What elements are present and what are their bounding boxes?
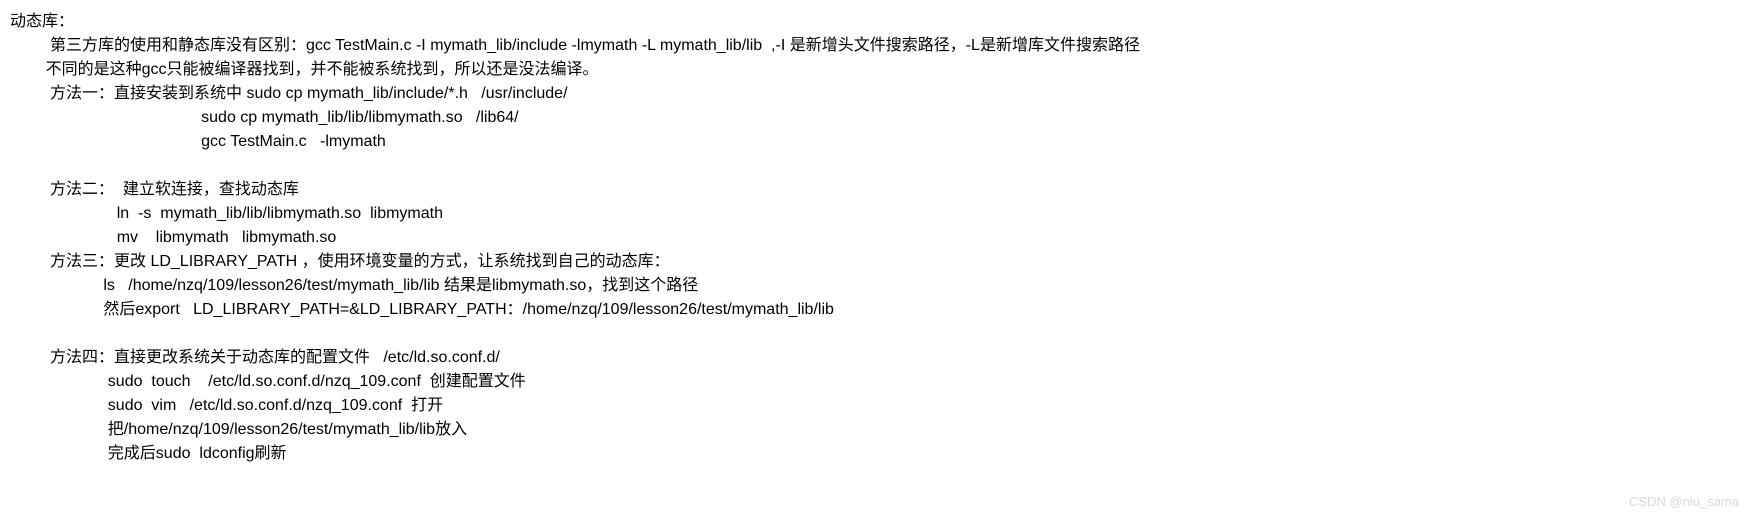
text-line: 动态库： [10, 10, 1747, 34]
text-line: 把/home/nzq/109/lesson26/test/mymath_lib/… [10, 418, 1747, 442]
text-line: sudo touch /etc/ld.so.conf.d/nzq_109.con… [10, 370, 1747, 394]
watermark: CSDN @niu_sama [1629, 492, 1739, 512]
text-line: ln -s mymath_lib/lib/libmymath.so libmym… [10, 202, 1747, 226]
text-line: 方法三：更改 LD_LIBRARY_PATH ，使用环境变量的方式，让系统找到自… [10, 250, 1747, 274]
text-line: 方法一：直接安装到系统中 sudo cp mymath_lib/include/… [10, 82, 1747, 106]
text-line: 然后export LD_LIBRARY_PATH=&LD_LIBRARY_PAT… [10, 298, 1747, 322]
text-line: gcc TestMain.c -lmymath [10, 130, 1747, 154]
text-line: 第三方库的使用和静态库没有区别：gcc TestMain.c -I mymath… [10, 34, 1747, 58]
text-line: sudo vim /etc/ld.so.conf.d/nzq_109.conf … [10, 394, 1747, 418]
text-line [10, 154, 1747, 178]
text-line: 完成后sudo ldconfig刷新 [10, 442, 1747, 466]
text-line: ls /home/nzq/109/lesson26/test/mymath_li… [10, 274, 1747, 298]
text-line: sudo cp mymath_lib/lib/libmymath.so /lib… [10, 106, 1747, 130]
document-content: 动态库： 第三方库的使用和静态库没有区别：gcc TestMain.c -I m… [10, 10, 1747, 466]
text-line: 不同的是这种gcc只能被编译器找到，并不能被系统找到，所以还是没法编译。 [10, 58, 1747, 82]
text-line: 方法二： 建立软连接，查找动态库 [10, 178, 1747, 202]
text-line: 方法四：直接更改系统关于动态库的配置文件 /etc/ld.so.conf.d/ [10, 346, 1747, 370]
text-line [10, 322, 1747, 346]
text-line: mv libmymath libmymath.so [10, 226, 1747, 250]
